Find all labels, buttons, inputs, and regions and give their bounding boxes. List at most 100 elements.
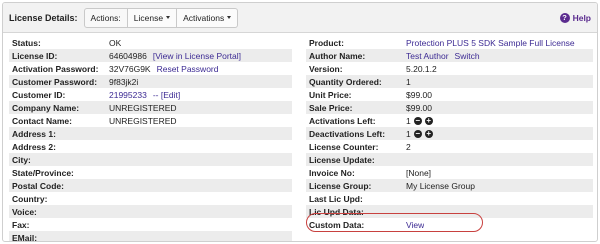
- row-version: Version: 5.20.1.2: [306, 62, 593, 75]
- field-label: Last Lic Upd:: [309, 193, 363, 204]
- plus-icon[interactable]: +: [424, 129, 433, 138]
- row-license-update: License Update:: [306, 153, 593, 166]
- field-label: Fax:: [12, 219, 30, 230]
- license-id-value: 64604986: [109, 50, 147, 61]
- field-label: Contact Name:: [12, 115, 72, 126]
- row-lic-upd-data: Lic Upd Data:: [306, 205, 593, 218]
- row-voice: Voice:: [9, 205, 292, 218]
- field-label: EMail:: [12, 232, 38, 242]
- field-label: Version:: [309, 63, 343, 74]
- field-label: State/Province:: [12, 167, 74, 178]
- reset-password-link[interactable]: Reset Password: [157, 64, 219, 74]
- row-email: EMail:: [9, 231, 292, 242]
- panel-title: License Details:: [9, 12, 78, 23]
- license-counter-value: 2: [406, 141, 411, 152]
- field-label: Status:: [12, 37, 41, 48]
- row-activations-left: Activations Left: 1− +: [306, 114, 593, 127]
- field-label: Customer Password:: [12, 76, 98, 87]
- row-state-province: State/Province:: [9, 166, 292, 179]
- customer-password-value: 9f83jk2i: [109, 76, 139, 87]
- field-label: Unit Price:: [309, 89, 352, 100]
- quantity-value: 1: [406, 76, 411, 87]
- field-label: License Group:: [309, 180, 372, 191]
- license-menu-label: License: [133, 12, 164, 23]
- customer-id-link[interactable]: 21995233: [109, 90, 147, 100]
- version-value: 5.20.1.2: [406, 63, 437, 74]
- deactivations-left-stepper: 1− +: [406, 129, 433, 139]
- minus-icon[interactable]: −: [413, 116, 422, 125]
- minus-icon[interactable]: −: [413, 129, 422, 138]
- field-label: Voice:: [12, 206, 37, 217]
- contact-name-value: UNREGISTERED: [109, 115, 177, 126]
- row-quantity-ordered: Quantity Ordered: 1: [306, 75, 593, 88]
- author-link[interactable]: Test Author: [406, 51, 449, 61]
- view-in-license-portal-link[interactable]: [View in License Portal]: [153, 51, 241, 61]
- row-license-group: License Group: My License Group: [306, 179, 593, 192]
- company-name-value: UNREGISTERED: [109, 102, 177, 113]
- row-deactivations-left: Deactivations Left: 1− +: [306, 127, 593, 140]
- field-label: Country:: [12, 193, 48, 204]
- product-link[interactable]: Protection PLUS 5 SDK Sample Full Licens…: [406, 38, 575, 48]
- row-custom-data: Custom Data: View: [306, 218, 593, 231]
- field-label: City:: [12, 154, 31, 165]
- row-customer-id: Customer ID: 21995233 -- [Edit]: [9, 88, 292, 101]
- plus-icon[interactable]: +: [424, 116, 433, 125]
- row-license-id: License ID: 64604986 [View in License Port…: [9, 49, 292, 62]
- row-country: Country:: [9, 192, 292, 205]
- activation-password-value: 32V76G9K: [109, 63, 151, 74]
- switch-author-link[interactable]: Switch: [455, 51, 480, 61]
- field-label: Postal Code:: [12, 180, 64, 191]
- unit-price-value: $99.00: [406, 89, 432, 100]
- field-label: Company Name:: [12, 102, 80, 113]
- field-label: Invoice No:: [309, 167, 355, 178]
- row-last-lic-upd: Last Lic Upd:: [306, 192, 593, 205]
- help-label: Help: [572, 12, 591, 23]
- chevron-down-icon: [227, 16, 232, 19]
- help-icon: ?: [559, 12, 570, 23]
- activations-left-stepper: 1− +: [406, 116, 433, 126]
- invoice-value: [None]: [406, 167, 432, 178]
- row-company-name: Company Name: UNREGISTERED: [9, 101, 292, 114]
- activations-menu-label: Activations: [183, 12, 225, 23]
- activations-menu-button[interactable]: Activations: [177, 7, 239, 28]
- field-label: Deactivations Left:: [309, 128, 386, 139]
- license-group-value: My License Group: [406, 180, 475, 191]
- row-address-2: Address 2:: [9, 140, 292, 153]
- license-menu-button[interactable]: License: [127, 7, 178, 28]
- field-label: Activation Password:: [12, 63, 99, 74]
- field-label: Address 1:: [12, 128, 56, 139]
- product-details-column: Product: Protection PLUS 5 SDK Sample Ful…: [306, 36, 593, 231]
- license-details-panel: License Details: Actions: License Activa…: [2, 2, 598, 242]
- row-customer-password: Customer Password: 9f83jk2i: [9, 75, 292, 88]
- deactivations-left-value: 1: [406, 128, 411, 139]
- sale-price-value: $99.00: [406, 102, 432, 113]
- field-label: Activations Left:: [309, 115, 376, 126]
- field-label: Address 2:: [12, 141, 56, 152]
- customer-details-column: Status: OK License ID: 64604986 [View in Li…: [9, 36, 292, 242]
- field-label: License Update:: [309, 154, 375, 165]
- row-city: City:: [9, 153, 292, 166]
- field-label: Author Name:: [309, 50, 366, 61]
- row-unit-price: Unit Price: $99.00: [306, 88, 593, 101]
- panel-header: License Details: Actions: License Activa…: [3, 3, 597, 33]
- row-fax: Fax:: [9, 218, 292, 231]
- actions-label: Actions:: [83, 7, 128, 28]
- field-label: Lic Upd Data:: [309, 206, 364, 217]
- field-label: License ID:: [12, 50, 58, 61]
- row-contact-name: Contact Name: UNREGISTERED: [9, 114, 292, 127]
- field-label: Custom Data:: [309, 219, 365, 230]
- edit-customer-link[interactable]: -- [Edit]: [153, 90, 180, 100]
- field-label: Product:: [309, 37, 344, 48]
- row-address-1: Address 1:: [9, 127, 292, 140]
- field-label: Customer ID:: [12, 89, 66, 100]
- view-custom-data-link[interactable]: View: [406, 220, 424, 230]
- row-status: Status: OK: [9, 36, 292, 49]
- status-value: OK: [109, 37, 122, 48]
- field-label: License Counter:: [309, 141, 379, 152]
- row-invoice-no: Invoice No: [None]: [306, 166, 593, 179]
- row-activation-password: Activation Password: 32V76G9K Reset Passwo…: [9, 62, 292, 75]
- help-link[interactable]: ? Help: [559, 12, 591, 23]
- field-label: Quantity Ordered:: [309, 76, 382, 87]
- field-label: Sale Price:: [309, 102, 353, 113]
- activations-left-value: 1: [406, 115, 411, 126]
